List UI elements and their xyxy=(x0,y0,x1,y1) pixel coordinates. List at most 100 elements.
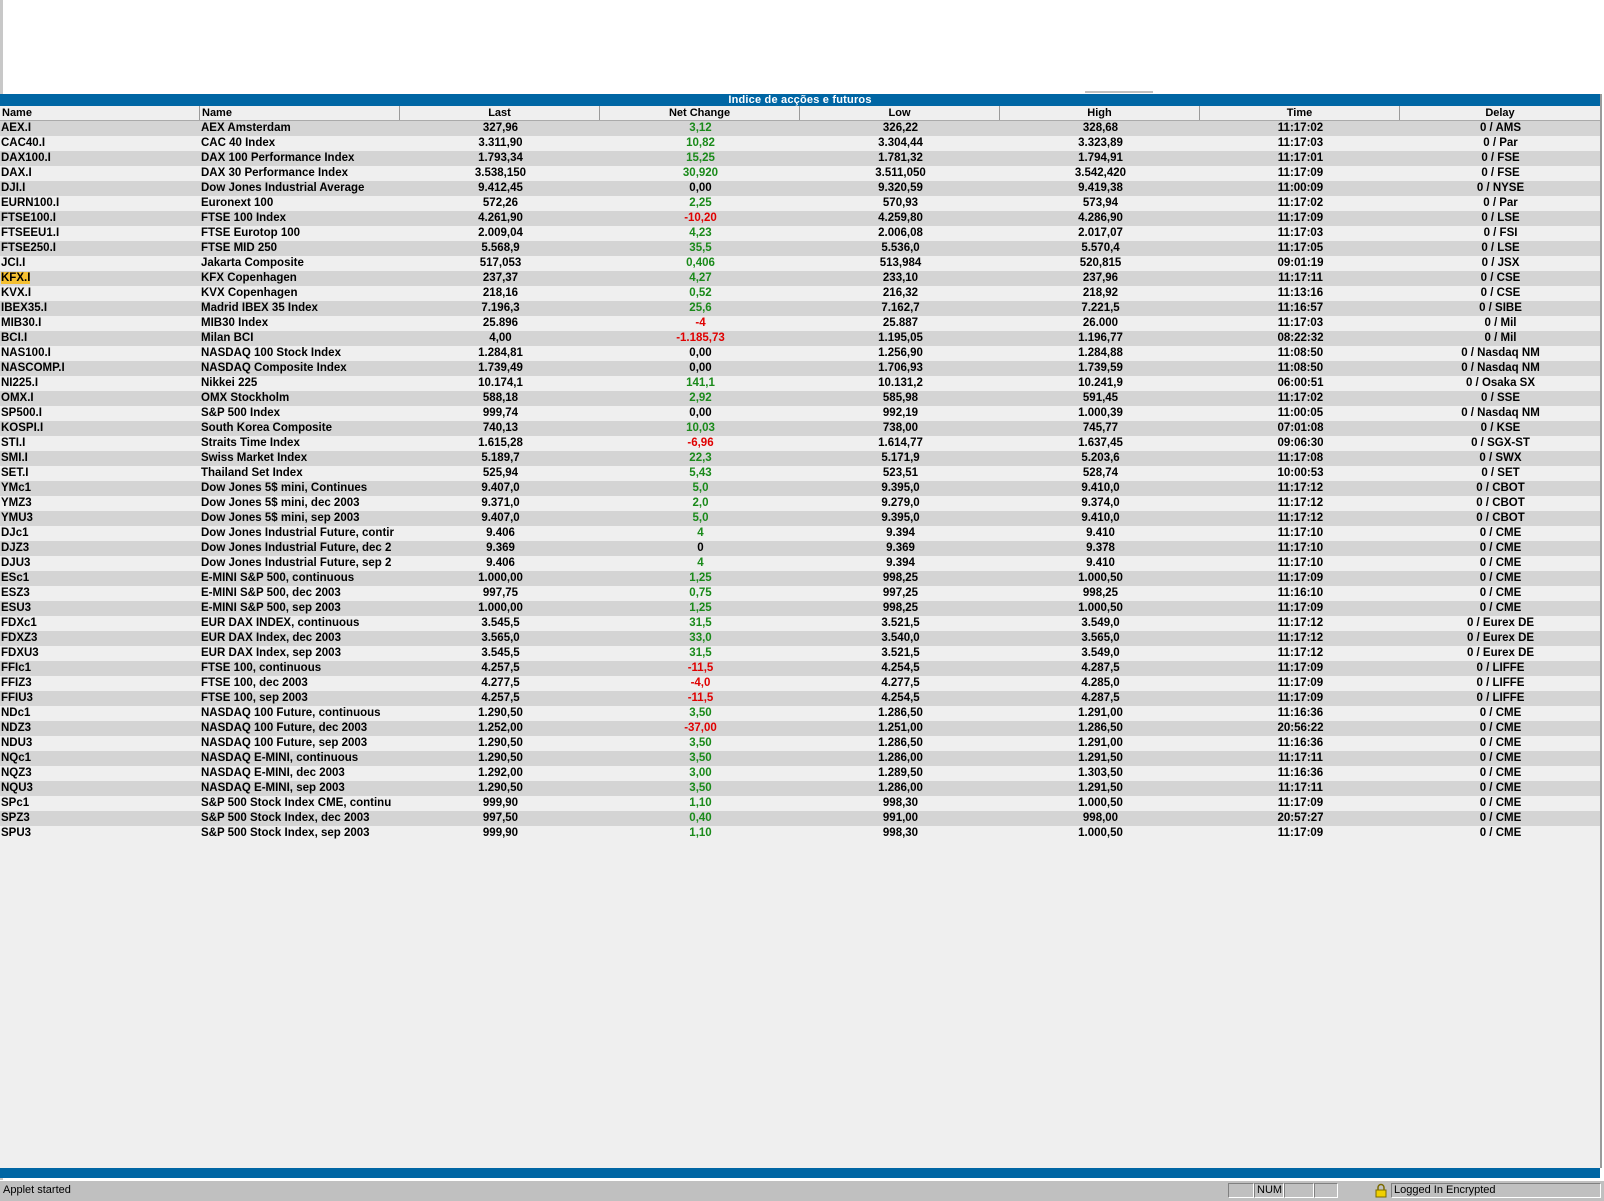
lock-icon xyxy=(1375,1183,1387,1198)
table-row[interactable]: FTSE100.I FTSE 100 Index 4.261,90 -10,20 4.2… xyxy=(0,211,1600,226)
cell-high: 1.000,39 xyxy=(1078,407,1123,419)
cell-low: 1.256,90 xyxy=(878,347,923,359)
cell-delay: 0 / Nasdaq NM xyxy=(1461,347,1540,359)
table-row[interactable]: AEX.I AEX Amsterdam 327,96 3,12 326,22 328,68… xyxy=(0,121,1600,136)
table-row[interactable]: YMc1 Dow Jones 5$ mini, Continues 9.407,0 5… xyxy=(0,481,1600,496)
table-row[interactable]: NAS100.I NASDAQ 100 Stock Index 1.284,81 0,… xyxy=(0,346,1600,361)
table-row[interactable]: DJU3 Dow Jones Industrial Future, sep 2 9.… xyxy=(0,556,1600,571)
cell-delay: 0 / CME xyxy=(1479,707,1522,719)
table-row[interactable]: NDZ3 NASDAQ 100 Future, dec 2003 1.252,00 -… xyxy=(0,721,1600,736)
column-header-net-change[interactable]: Net Change xyxy=(600,106,800,120)
table-row[interactable]: EURN100.I Euronext 100 572,26 2,25 570,93 573… xyxy=(0,196,1600,211)
table-row[interactable]: FDXc1 EUR DAX INDEX, continuous 3.545,5 31,… xyxy=(0,616,1600,631)
table-row[interactable]: CAC40.I CAC 40 Index 3.311,90 10,82 3.304,44… xyxy=(0,136,1600,151)
cell-high: 998,00 xyxy=(1082,812,1119,824)
table-row[interactable]: NI225.I Nikkei 225 10.174,1 141,1 10.131,2 10… xyxy=(0,376,1600,391)
cell-time: 11:17:12 xyxy=(1277,482,1324,494)
table-row[interactable]: DAX100.I DAX 100 Performance Index 1.793,3… xyxy=(0,151,1600,166)
cell-high: 5.570,4 xyxy=(1081,242,1120,254)
table-row[interactable]: YMZ3 Dow Jones 5$ mini, dec 2003 9.371,0 2,… xyxy=(0,496,1600,511)
cell-name: Euronext 100 xyxy=(201,197,274,209)
cell-last: 1.739,49 xyxy=(478,362,523,374)
table-row[interactable]: FDXZ3 EUR DAX Index, dec 2003 3.565,0 33,0 3… xyxy=(0,631,1600,646)
cell-name: S&P 500 Index xyxy=(201,407,281,419)
table-row[interactable]: NDc1 NASDAQ 100 Future, continuous 1.290,5… xyxy=(0,706,1600,721)
table-row[interactable]: KVX.I KVX Copenhagen 218,16 0,52 216,32 218,9… xyxy=(0,286,1600,301)
cell-net-change: -37,00 xyxy=(684,722,717,734)
cell-time: 20:56:22 xyxy=(1277,722,1324,734)
table-row[interactable]: FTSE250.I FTSE MID 250 5.568,9 35,5 5.536,0 5… xyxy=(0,241,1600,256)
table-row[interactable]: NDU3 NASDAQ 100 Future, sep 2003 1.290,50 3… xyxy=(0,736,1600,751)
cell-high: 3.542,420 xyxy=(1074,167,1127,179)
cell-high: 528,74 xyxy=(1082,467,1119,479)
cell-time: 11:16:36 xyxy=(1277,737,1324,749)
column-header-symbol[interactable]: Name xyxy=(0,106,200,120)
table-row[interactable]: YMU3 Dow Jones 5$ mini, sep 2003 9.407,0 5,… xyxy=(0,511,1600,526)
cell-low: 9.394 xyxy=(886,557,915,569)
table-row[interactable]: SMI.I Swiss Market Index 5.189,7 22,3 5.171,… xyxy=(0,451,1600,466)
cell-symbol: NDc1 xyxy=(1,707,31,719)
cell-time: 11:08:50 xyxy=(1277,362,1324,374)
cell-symbol: YMU3 xyxy=(1,512,33,524)
cell-symbol: NASCOMP.I xyxy=(1,362,65,374)
table-row[interactable]: ESZ3 E-MINI S&P 500, dec 2003 997,75 0,75 99… xyxy=(0,586,1600,601)
column-header-high[interactable]: High xyxy=(1000,106,1200,120)
table-row[interactable]: DJI.I Dow Jones Industrial Average 9.412,4… xyxy=(0,181,1600,196)
table-row[interactable]: IBEX35.I Madrid IBEX 35 Index 7.196,3 25,6 7… xyxy=(0,301,1600,316)
table-row[interactable]: ESc1 E-MINI S&P 500, continuous 1.000,00 1,… xyxy=(0,571,1600,586)
table-row[interactable]: SET.I Thailand Set Index 525,94 5,43 523,51 5… xyxy=(0,466,1600,481)
cell-time: 11:17:09 xyxy=(1277,662,1324,674)
cell-high: 4.287,5 xyxy=(1081,692,1120,704)
table-row[interactable]: STI.I Straits Time Index 1.615,28 -6,96 1.61… xyxy=(0,436,1600,451)
cell-low: 1.614,77 xyxy=(878,437,923,449)
cell-symbol: FDXc1 xyxy=(1,617,37,629)
cell-name: NASDAQ E-MINI, dec 2003 xyxy=(201,767,345,779)
cell-symbol: SPU3 xyxy=(1,827,32,839)
table-row[interactable]: NASCOMP.I NASDAQ Composite Index 1.739,49 0… xyxy=(0,361,1600,376)
table-row[interactable]: MIB30.I MIB30 Index 25.896 -4 25.887 26.000 11… xyxy=(0,316,1600,331)
table-row[interactable]: FFIU3 FTSE 100, sep 2003 4.257,5 -11,5 4.254… xyxy=(0,691,1600,706)
table-row[interactable]: SPZ3 S&P 500 Stock Index, dec 2003 997,50 0… xyxy=(0,811,1600,826)
table-row[interactable]: NQc1 NASDAQ E-MINI, continuous 1.290,50 3,5… xyxy=(0,751,1600,766)
cell-symbol: JCI.I xyxy=(1,257,26,269)
cell-last: 1.290,50 xyxy=(478,707,523,719)
cell-time: 11:17:09 xyxy=(1277,797,1324,809)
table-row[interactable]: DAX.I DAX 30 Performance Index 3.538,150 30… xyxy=(0,166,1600,181)
table-row[interactable]: KFX.I KFX Copenhagen 237,37 4,27 233,10 237,9… xyxy=(0,271,1600,286)
table-row[interactable]: NQZ3 NASDAQ E-MINI, dec 2003 1.292,00 3,00 1… xyxy=(0,766,1600,781)
cell-time: 11:00:05 xyxy=(1277,407,1324,419)
cell-last: 1.284,81 xyxy=(478,347,523,359)
column-header-low[interactable]: Low xyxy=(800,106,1000,120)
table-row[interactable]: FDXU3 EUR DAX Index, sep 2003 3.545,5 31,5 3… xyxy=(0,646,1600,661)
table-row[interactable]: DJZ3 Dow Jones Industrial Future, dec 2 9.… xyxy=(0,541,1600,556)
table-row[interactable]: KOSPI.I South Korea Composite 740,13 10,03 7… xyxy=(0,421,1600,436)
cell-high: 9.410,0 xyxy=(1081,482,1120,494)
column-header-time[interactable]: Time xyxy=(1200,106,1400,120)
cell-low: 998,30 xyxy=(882,797,919,809)
cell-low: 998,25 xyxy=(882,602,919,614)
column-header-delay[interactable]: Delay xyxy=(1400,106,1600,120)
cell-delay: 0 / SIBE xyxy=(1479,302,1522,314)
cell-net-change: 4 xyxy=(697,527,704,539)
table-row[interactable]: BCI.I Milan BCI 4,00 -1.185,73 1.195,05 1.196… xyxy=(0,331,1600,346)
cell-net-change: -11,5 xyxy=(687,692,714,704)
table-row[interactable]: JCI.I Jakarta Composite 517,053 0,406 513,98… xyxy=(0,256,1600,271)
cell-net-change: 25,6 xyxy=(689,302,712,314)
table-row[interactable]: FTSEEU1.I FTSE Eurotop 100 2.009,04 4,23 2.0… xyxy=(0,226,1600,241)
table-row[interactable]: DJc1 Dow Jones Industrial Future, contir 9… xyxy=(0,526,1600,541)
cell-delay: 0 / Eurex DE xyxy=(1466,632,1535,644)
table-row[interactable]: ESU3 E-MINI S&P 500, sep 2003 1.000,00 1,25… xyxy=(0,601,1600,616)
table-row[interactable]: NQU3 NASDAQ E-MINI, sep 2003 1.290,50 3,50 1… xyxy=(0,781,1600,796)
table-row[interactable]: FFIc1 FTSE 100, continuous 4.257,5 -11,5 4.2… xyxy=(0,661,1600,676)
cell-name: CAC 40 Index xyxy=(201,137,276,149)
table-row[interactable]: SP500.I S&P 500 Index 999,74 0,00 992,19 1.00… xyxy=(0,406,1600,421)
table-row[interactable]: SPc1 S&P 500 Stock Index CME, continu 999,… xyxy=(0,796,1600,811)
column-header-last[interactable]: Last xyxy=(400,106,600,120)
cell-delay: 0 / SGX-ST xyxy=(1471,437,1530,449)
table-row[interactable]: FFIZ3 FTSE 100, dec 2003 4.277,5 -4,0 4.277,… xyxy=(0,676,1600,691)
cell-time: 11:17:12 xyxy=(1277,617,1324,629)
table-row[interactable]: OMX.I OMX Stockholm 588,18 2,92 585,98 591,45… xyxy=(0,391,1600,406)
cell-high: 573,94 xyxy=(1082,197,1119,209)
table-row[interactable]: SPU3 S&P 500 Stock Index, sep 2003 999,90 1… xyxy=(0,826,1600,841)
column-header-name[interactable]: Name xyxy=(200,106,400,120)
